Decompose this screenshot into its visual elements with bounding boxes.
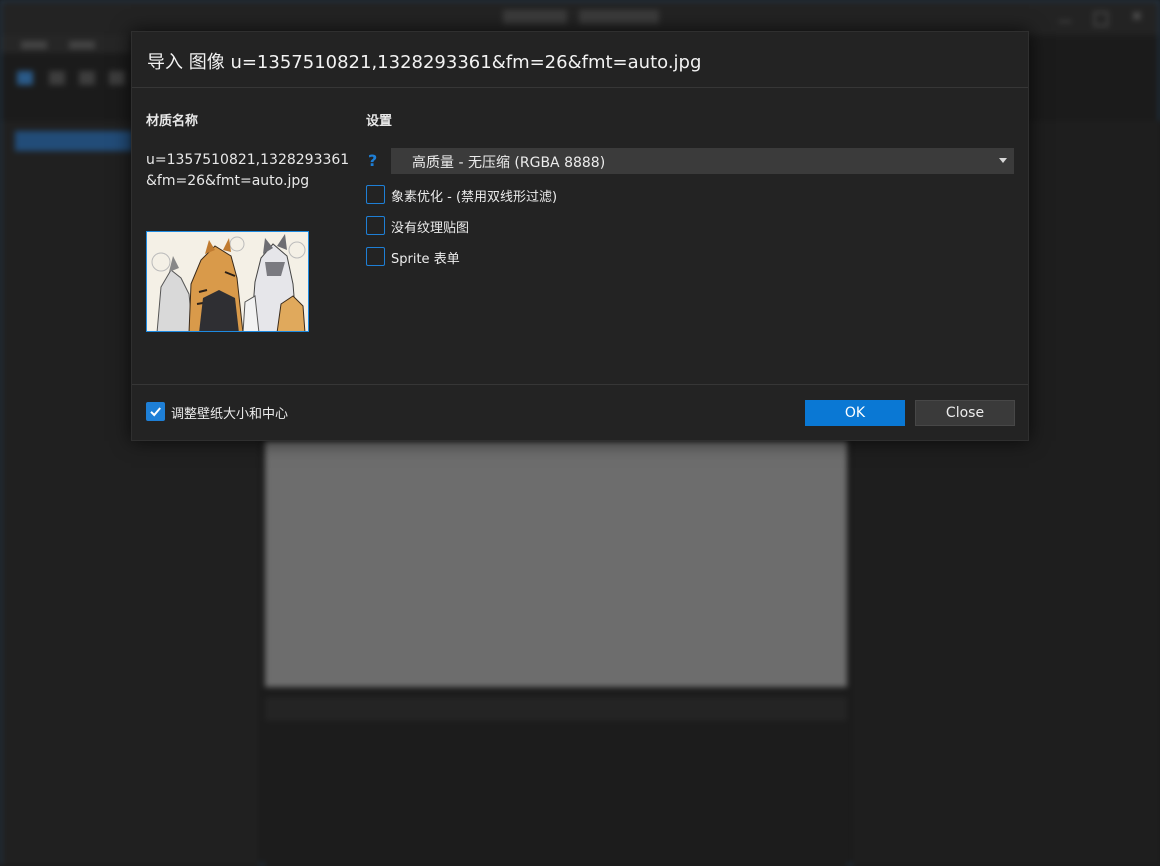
dialog-header: 导入 图像 u=1357510821,1328293361&fm=26&fmt=… <box>132 32 1028 88</box>
checkmark-icon <box>150 407 161 417</box>
chevron-down-icon <box>999 158 1007 163</box>
background-bottom-toolbar <box>265 697 847 721</box>
background-toolbar-button <box>17 71 33 85</box>
ok-button[interactable]: OK <box>805 400 905 426</box>
background-close-icon: ✕ <box>1131 9 1143 25</box>
background-toolbar-button <box>109 71 125 85</box>
question-mark-icon[interactable]: ? <box>368 151 377 170</box>
background-canvas <box>265 441 847 687</box>
background-toolbar-button <box>49 71 65 85</box>
background-toolbar-button <box>79 71 95 85</box>
pixel-optimization-checkbox[interactable] <box>366 185 385 204</box>
material-name-label: 材质名称 <box>146 114 199 129</box>
background-menu-chip <box>21 41 47 49</box>
background-bottom-panel <box>265 723 847 866</box>
material-name-value: u=1357510821,1328293361&fm=26&fmt=auto.j… <box>146 152 350 189</box>
quality-dropdown-value: 高质量 - 无压缩 (RGBA 8888) <box>412 155 606 171</box>
resize-center-label: 调整壁纸大小和中心 <box>171 407 289 422</box>
settings-label: 设置 <box>366 114 393 129</box>
preview-illustration <box>147 232 308 331</box>
background-title-chip <box>503 10 567 24</box>
quality-dropdown[interactable]: 高质量 - 无压缩 (RGBA 8888) <box>391 148 1014 174</box>
image-preview-thumbnail <box>146 231 309 332</box>
close-button[interactable]: Close <box>915 400 1015 426</box>
background-selected-item <box>15 131 133 151</box>
sprite-sheet-checkbox[interactable] <box>366 247 385 266</box>
background-menu-chip <box>69 41 95 49</box>
dialog-title: 导入 图像 u=1357510821,1328293361&fm=26&fmt=… <box>147 52 702 73</box>
pixel-optimization-label: 象素优化 - (禁用双线形过滤) <box>391 190 558 205</box>
no-mipmap-label: 没有纹理贴图 <box>391 221 470 236</box>
resize-center-checkbox[interactable] <box>146 402 165 421</box>
background-minimize-icon <box>1059 17 1071 22</box>
background-maximize-icon <box>1094 12 1108 26</box>
sprite-sheet-label: Sprite 表单 <box>391 252 460 267</box>
background-title-chip <box>579 10 659 24</box>
footer-divider <box>132 384 1028 385</box>
no-mipmap-checkbox[interactable] <box>366 216 385 235</box>
import-image-dialog: 导入 图像 u=1357510821,1328293361&fm=26&fmt=… <box>131 31 1029 441</box>
